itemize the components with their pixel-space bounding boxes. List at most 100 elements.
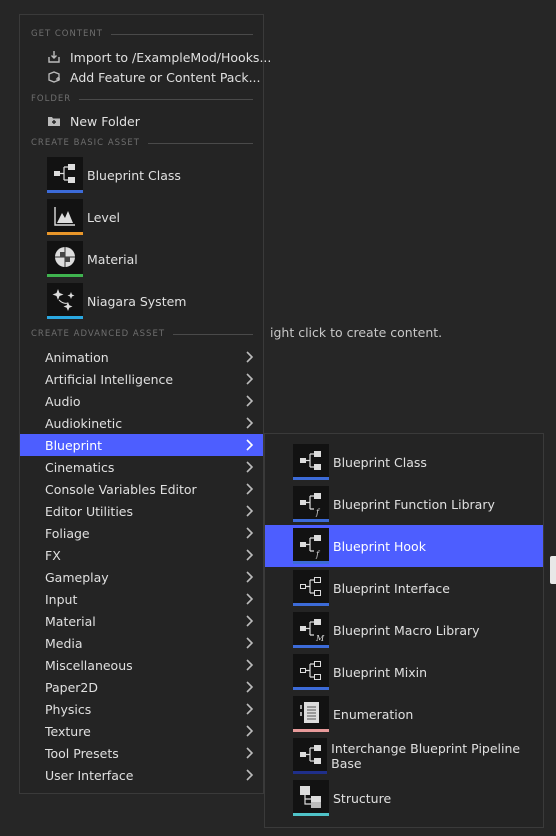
- new-folder-menu-item[interactable]: New Folder: [46, 111, 140, 131]
- submenu-item-structure[interactable]: Structure: [265, 777, 543, 819]
- category-label: Foliage: [45, 525, 90, 541]
- chevron-right-icon: [246, 527, 254, 539]
- submenu-item-label: Structure: [333, 790, 392, 806]
- chevron-right-icon: [246, 395, 254, 407]
- empty-folder-hint: ight click to create content.: [270, 325, 443, 340]
- category-item-miscellaneous[interactable]: Miscellaneous: [20, 654, 263, 676]
- submenu-item-label: Blueprint Class: [333, 454, 427, 470]
- chevron-right-icon: [246, 659, 254, 671]
- svg-text:f: f: [315, 550, 321, 559]
- niagara-system-icon: [47, 283, 83, 319]
- category-item-gameplay[interactable]: Gameplay: [20, 566, 263, 588]
- submenu-item-blueprint-hook[interactable]: f Blueprint Hook: [265, 525, 543, 567]
- category-item-artificial-intelligence[interactable]: Artificial Intelligence: [20, 368, 263, 390]
- chevron-right-icon: [246, 373, 254, 385]
- category-item-input[interactable]: Input: [20, 588, 263, 610]
- submenu-item-interchange-blueprint-pipeline-base[interactable]: Interchange Blueprint Pipeline Base: [265, 735, 543, 777]
- category-label: Texture: [45, 723, 91, 739]
- chevron-right-icon: [246, 725, 254, 737]
- category-item-media[interactable]: Media: [20, 632, 263, 654]
- category-label: Audiokinetic: [45, 415, 123, 431]
- chevron-right-icon: [246, 549, 254, 561]
- basic-asset-level[interactable]: Level: [47, 197, 120, 237]
- category-item-console-variables-editor[interactable]: Console Variables Editor: [20, 478, 263, 500]
- blueprint-hook-icon: f: [293, 528, 329, 564]
- chevron-right-icon: [246, 703, 254, 715]
- category-item-audiokinetic[interactable]: Audiokinetic: [20, 412, 263, 434]
- basic-asset-label: Niagara System: [87, 293, 187, 309]
- submenu-item-label: Blueprint Hook: [333, 538, 426, 554]
- chevron-right-icon: [246, 637, 254, 649]
- section-header-get-content: GET CONTENT: [31, 27, 253, 41]
- basic-asset-blueprint-class[interactable]: Blueprint Class: [47, 155, 181, 195]
- category-label: Animation: [45, 349, 109, 365]
- add-feature-label: Add Feature or Content Pack...: [70, 69, 261, 85]
- blueprint-function-library-icon: f: [293, 486, 329, 522]
- submenu-item-label: Blueprint Interface: [333, 580, 450, 596]
- category-item-audio[interactable]: Audio: [20, 390, 263, 412]
- structure-icon: [293, 780, 329, 816]
- category-item-paper2d[interactable]: Paper2D: [20, 676, 263, 698]
- category-label: Console Variables Editor: [45, 481, 197, 497]
- submenu-item-blueprint-interface[interactable]: Blueprint Interface: [265, 567, 543, 609]
- blueprint-submenu: Blueprint Class f Blueprint Function Libra…: [264, 433, 544, 828]
- category-item-tool-presets[interactable]: Tool Presets: [20, 742, 263, 764]
- category-item-editor-utilities[interactable]: Editor Utilities: [20, 500, 263, 522]
- submenu-item-enumeration[interactable]: Enumeration: [265, 693, 543, 735]
- blueprint-class-icon: [47, 157, 83, 193]
- chevron-right-icon: [246, 769, 254, 781]
- chevron-right-icon: [246, 351, 254, 363]
- category-item-animation[interactable]: Animation: [20, 346, 263, 368]
- interchange-pipeline-icon: [293, 738, 328, 774]
- category-item-texture[interactable]: Texture: [20, 720, 263, 742]
- chevron-right-icon: [246, 615, 254, 627]
- category-label: Audio: [45, 393, 81, 409]
- material-icon: [47, 241, 83, 277]
- category-label: Material: [45, 613, 96, 629]
- submenu-item-blueprint-class[interactable]: Blueprint Class: [265, 441, 543, 483]
- submenu-item-label: Enumeration: [333, 706, 414, 722]
- blueprint-macro-library-icon: M: [293, 612, 329, 648]
- category-label: Gameplay: [45, 569, 109, 585]
- new-folder-label: New Folder: [70, 113, 140, 129]
- category-item-fx[interactable]: FX: [20, 544, 263, 566]
- enumeration-icon: [293, 696, 329, 732]
- submenu-item-label: Blueprint Macro Library: [333, 622, 480, 638]
- add-feature-menu-item[interactable]: Add Feature or Content Pack...: [46, 67, 261, 87]
- svg-text:M: M: [315, 634, 325, 643]
- basic-asset-niagara-system[interactable]: Niagara System: [47, 281, 186, 321]
- submenu-item-blueprint-function-library[interactable]: f Blueprint Function Library: [265, 483, 543, 525]
- category-label: FX: [45, 547, 61, 563]
- chevron-right-icon: [246, 747, 254, 759]
- category-item-blueprint[interactable]: Blueprint: [20, 434, 263, 456]
- category-label: User Interface: [45, 767, 134, 783]
- submenu-item-label: Interchange Blueprint Pipeline Base: [331, 741, 521, 771]
- chevron-right-icon: [246, 417, 254, 429]
- category-item-user-interface[interactable]: User Interface: [20, 764, 263, 786]
- chevron-right-icon: [246, 439, 254, 451]
- scroll-edge-handle[interactable]: [550, 556, 556, 584]
- category-label: Tool Presets: [45, 745, 119, 761]
- chevron-right-icon: [246, 593, 254, 605]
- section-header-advanced-asset: CREATE ADVANCED ASSET: [31, 327, 253, 341]
- content-pack-icon: [46, 69, 62, 85]
- basic-asset-label: Material: [87, 251, 138, 267]
- blueprint-class-icon: [293, 444, 329, 480]
- category-label: Blueprint: [45, 437, 103, 453]
- category-label: Editor Utilities: [45, 503, 134, 519]
- submenu-item-blueprint-mixin[interactable]: Blueprint Mixin: [265, 651, 543, 693]
- category-item-material[interactable]: Material: [20, 610, 263, 632]
- chevron-right-icon: [246, 483, 254, 495]
- category-item-foliage[interactable]: Foliage: [20, 522, 263, 544]
- basic-asset-material[interactable]: Material: [47, 239, 138, 279]
- category-item-physics[interactable]: Physics: [20, 698, 263, 720]
- section-header-folder: FOLDER: [31, 92, 253, 106]
- section-header-basic-asset: CREATE BASIC ASSET: [31, 136, 253, 150]
- submenu-item-label: Blueprint Mixin: [333, 664, 428, 680]
- svg-text:f: f: [315, 508, 321, 517]
- import-menu-item[interactable]: Import to /ExampleMod/Hooks...: [46, 47, 271, 67]
- submenu-item-blueprint-macro-library[interactable]: M Blueprint Macro Library: [265, 609, 543, 651]
- content-browser-context-menu: GET CONTENT Import to /ExampleMod/Hooks.…: [19, 14, 271, 794]
- level-icon: [47, 199, 83, 235]
- category-item-cinematics[interactable]: Cinematics: [20, 456, 263, 478]
